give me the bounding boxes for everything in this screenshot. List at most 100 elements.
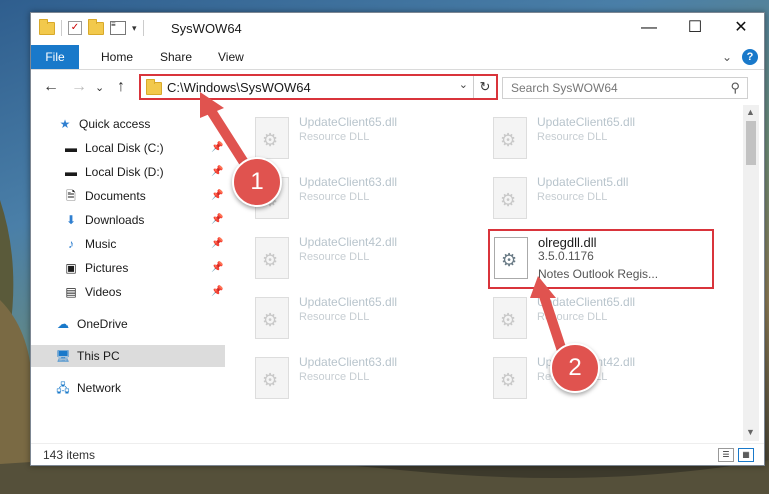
sidebar-item-downloads[interactable]: ⬇ Downloads 📌 (63, 209, 225, 231)
dll-file-icon (494, 237, 528, 279)
sidebar-item-network[interactable]: 🖧 Network (55, 377, 225, 399)
back-button[interactable]: ← (43, 78, 59, 96)
pin-icon: 📌 (211, 166, 224, 177)
address-bar[interactable]: C:\Windows\SysWOW64 ⌄ ↻ (139, 74, 498, 100)
address-path: C:\Windows\SysWOW64 (167, 80, 311, 95)
details-view-icon[interactable]: ☰ (718, 448, 734, 462)
ribbon-controls: ⌄ ? (722, 49, 758, 65)
status-bar: 143 items ☰ ▦ (31, 443, 764, 466)
dll-file-icon (255, 357, 289, 399)
file-type: Resource DLL (299, 191, 370, 203)
file-name: UpdateClient65.dll (537, 295, 636, 309)
properties-check-icon[interactable]: ✓ (68, 21, 82, 35)
sidebar-item-label: OneDrive (77, 317, 128, 331)
drive-icon: ▬ (65, 165, 77, 179)
refresh-button[interactable]: ↻ (473, 76, 496, 98)
pin-icon: 📌 (211, 286, 224, 297)
sidebar-item-local-disk-c[interactable]: ▬ Local Disk (C:) 📌 (63, 137, 225, 159)
file-version: 3.5.0.1176 (538, 249, 594, 263)
minimize-button[interactable]: — (626, 13, 672, 43)
file-item[interactable]: UpdateClient65.dll Resource DLL (251, 293, 461, 343)
tab-file[interactable]: File (31, 45, 79, 69)
file-type: Resource DLL (537, 131, 608, 143)
scroll-thumb[interactable] (746, 121, 756, 165)
file-item[interactable]: UpdateClient5.dll Resource DLL (489, 173, 699, 223)
quick-access-toolbar: ✓ ≡ ▾ (39, 18, 144, 36)
help-icon[interactable]: ? (742, 49, 758, 65)
dll-file-icon (493, 117, 527, 159)
file-name: UpdateClient65.dll (299, 295, 398, 309)
navigation-bar: ← → ⌄ ↑ C:\Windows\SysWOW64 ⌄ ↻ Search S… (31, 70, 764, 104)
file-name: UpdateClient65.dll (537, 115, 636, 129)
file-name: UpdateClient63.dll (299, 355, 398, 369)
file-name: UpdateClient42.dll (299, 235, 398, 249)
file-type: Resource DLL (537, 191, 608, 203)
sidebar-item-pictures[interactable]: ▣ Pictures 📌 (63, 257, 225, 279)
sidebar-item-label: Local Disk (C:) (85, 141, 164, 155)
network-icon: 🖧 (56, 381, 70, 395)
step-1-badge: 1 (232, 157, 282, 207)
sidebar-item-label: Documents (85, 189, 146, 203)
search-input[interactable]: Search SysWOW64 ⚲ (502, 77, 748, 99)
dll-file-icon (255, 237, 289, 279)
new-folder-icon[interactable] (88, 18, 104, 35)
file-item[interactable]: UpdateClient65.dll Resource DLL (251, 113, 461, 163)
up-button[interactable]: ↑ (117, 78, 125, 96)
properties-icon[interactable]: ≡ (110, 21, 126, 35)
sidebar-item-label: Local Disk (D:) (85, 165, 164, 179)
file-item[interactable]: UpdateClient65.dll Resource DLL (489, 113, 699, 163)
large-icons-view-icon[interactable]: ▦ (738, 448, 754, 462)
file-item-olregdll[interactable]: olregdll.dll 3.5.0.1176 Notes Outlook Re… (488, 229, 714, 289)
search-placeholder: Search SysWOW64 (511, 81, 618, 95)
sidebar-item-label: Downloads (85, 213, 145, 227)
sidebar-item-local-disk-d[interactable]: ▬ Local Disk (D:) 📌 (63, 161, 225, 183)
dll-file-icon (493, 357, 527, 399)
dll-file-icon (493, 177, 527, 219)
ribbon-tabs: File Home Share View ⌄ ? (31, 45, 764, 70)
videos-icon: ▤ (65, 285, 77, 299)
expand-ribbon-icon[interactable]: ⌄ (722, 50, 732, 64)
music-icon: ♪ (68, 237, 74, 251)
sidebar-item-quick-access[interactable]: ★ Quick access (57, 113, 225, 135)
pin-icon: 📌 (211, 190, 224, 201)
sidebar-item-onedrive[interactable]: ☁ OneDrive (55, 313, 225, 335)
forward-button[interactable]: → (71, 78, 87, 96)
dll-file-icon (255, 297, 289, 339)
address-dropdown-icon[interactable]: ⌄ (459, 78, 468, 91)
navigation-pane: ★ Quick access ▬ Local Disk (C:) 📌 ▬ Loc… (31, 109, 227, 443)
file-item[interactable]: UpdateClient65.dll Resource DLL (489, 293, 699, 343)
close-button[interactable]: ✕ (718, 13, 764, 43)
toolbar-divider (61, 20, 62, 36)
vertical-scrollbar[interactable]: ▲ ▼ (743, 105, 759, 441)
tab-share[interactable]: Share (148, 45, 204, 69)
file-list: UpdateClient65.dll Resource DLL UpdateCl… (231, 109, 745, 439)
file-item[interactable]: UpdateClient63.dll Resource DLL (251, 353, 461, 403)
file-description: Notes Outlook Regis... (538, 267, 659, 281)
customize-toolbar-icon[interactable]: ▾ (132, 23, 137, 34)
sidebar-item-videos[interactable]: ▤ Videos 📌 (63, 281, 225, 303)
title-bar: ✓ ≡ ▾ SysWOW64 — ☐ ✕ (31, 13, 764, 45)
sidebar-item-documents[interactable]: 🗎 Documents 📌 (63, 185, 225, 207)
documents-icon: 🗎 (66, 189, 76, 203)
sidebar-item-this-pc[interactable]: 🖥 This PC (31, 345, 225, 367)
tab-home[interactable]: Home (89, 45, 145, 69)
pc-icon: 🖥 (55, 349, 71, 363)
scroll-down-icon[interactable]: ▼ (746, 427, 755, 437)
file-name: UpdateClient63.dll (299, 175, 398, 189)
file-name: UpdateClient5.dll (537, 175, 629, 189)
sidebar-item-label: This PC (77, 349, 120, 363)
file-item[interactable]: UpdateClient63.dll Resource DLL (251, 173, 461, 223)
scroll-up-icon[interactable]: ▲ (746, 107, 755, 117)
cloud-icon: ☁ (57, 317, 69, 331)
sidebar-item-label: Music (85, 237, 117, 251)
sidebar-item-label: Quick access (79, 117, 151, 131)
sidebar-item-music[interactable]: ♪ Music 📌 (63, 233, 225, 255)
sidebar-item-label: Videos (85, 285, 122, 299)
item-count: 143 items (43, 448, 96, 462)
recent-locations-button[interactable]: ⌄ (95, 81, 104, 94)
file-item[interactable]: UpdateClient42.dll Resource DLL (251, 233, 461, 283)
maximize-button[interactable]: ☐ (672, 13, 718, 43)
step-2-badge: 2 (550, 343, 600, 393)
tab-view[interactable]: View (206, 45, 256, 69)
explorer-window: ✓ ≡ ▾ SysWOW64 — ☐ ✕ File Home Share Vie… (30, 12, 765, 466)
